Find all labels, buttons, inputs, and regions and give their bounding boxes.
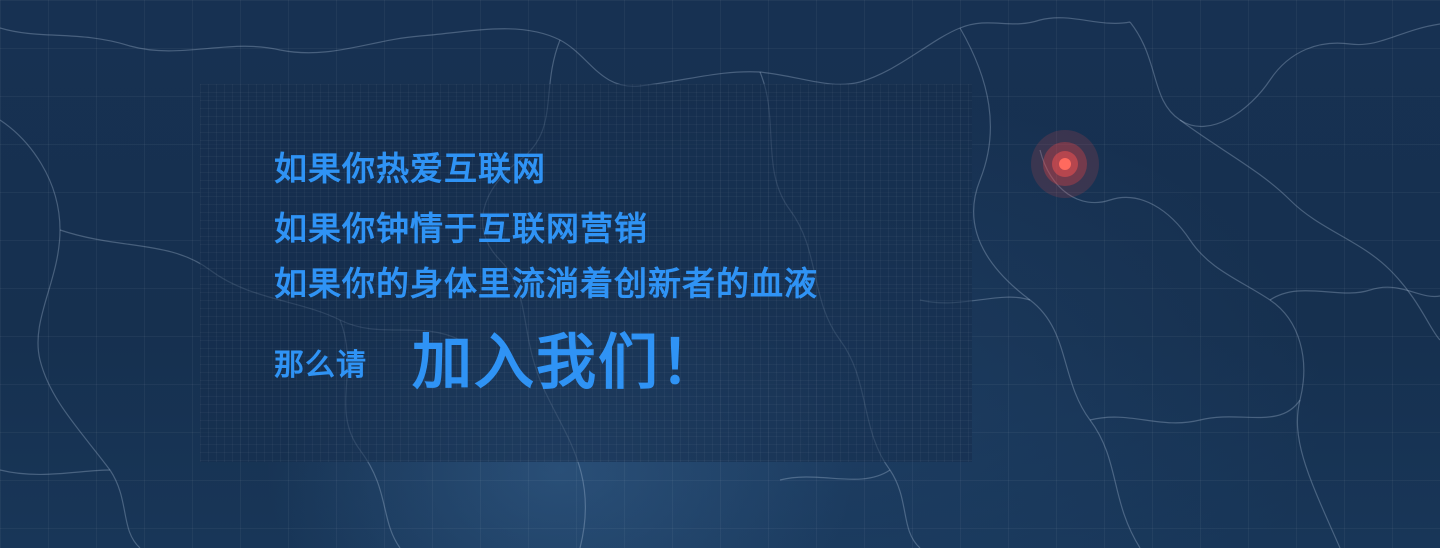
location-dot <box>1059 158 1071 170</box>
slogan-line-1: 如果你热爱互联网 <box>274 149 546 188</box>
slogan-line-3: 如果你的身体里流淌着创新者的血液 <box>274 264 818 303</box>
cta-lead-text: 那么请 <box>274 348 367 383</box>
location-pulse-icon <box>1031 130 1099 198</box>
recruitment-banner: 如果你热爱互联网 如果你钟情于互联网营销 如果你的身体里流淌着创新者的血液 那么… <box>0 0 1440 548</box>
slogan-line-2: 如果你钟情于互联网营销 <box>274 209 648 248</box>
cta-join-us-headline: 加入我们！ <box>412 328 722 398</box>
